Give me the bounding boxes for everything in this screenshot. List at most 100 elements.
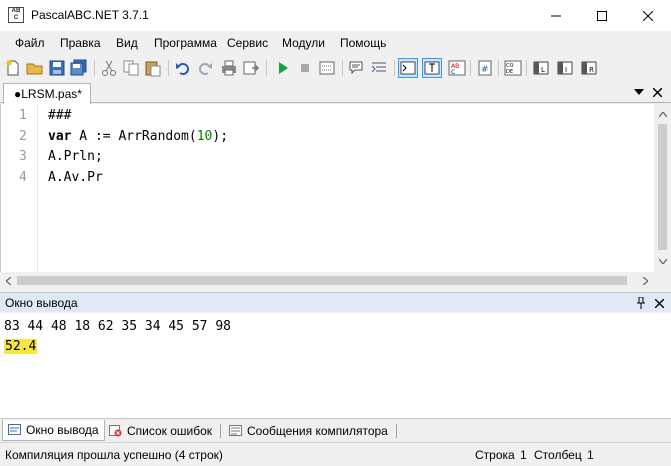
scroll-left-button[interactable]	[0, 272, 17, 289]
format-button[interactable]	[370, 59, 388, 77]
line-number: 3	[19, 149, 27, 164]
paste-button[interactable]	[144, 59, 162, 77]
output-line: 83 44 48 18 62 35 34 45 57 98	[4, 319, 231, 334]
save-all-icon	[70, 59, 87, 76]
line-number: 1	[19, 108, 27, 123]
copy-button[interactable]	[122, 59, 140, 77]
menu-modules[interactable]: Модули	[282, 36, 325, 50]
code-icon: CODE	[504, 60, 522, 76]
chevron-left-icon	[6, 276, 11, 285]
status-col-label: Столбец	[534, 448, 582, 462]
menu-bar: Файл Правка Вид Программа Сервис Модули …	[0, 31, 671, 55]
output-window[interactable]: 83 44 48 18 62 35 34 45 57 98 52.4	[0, 313, 671, 418]
status-row-label: Строка	[475, 448, 515, 462]
toolbar-separator	[470, 60, 471, 76]
chevron-down-icon	[634, 89, 644, 95]
save-all-button[interactable]	[70, 59, 88, 77]
maximize-icon	[597, 10, 607, 21]
tab-label: ●LRSM.pas*	[14, 87, 82, 101]
new-file-button[interactable]	[4, 59, 22, 77]
stop-button[interactable]	[296, 59, 314, 77]
text-icon	[424, 61, 440, 75]
tab-list-button[interactable]	[632, 85, 646, 99]
code-token: A.Prln;	[48, 149, 103, 164]
text-toggle-button[interactable]	[422, 58, 442, 78]
undo-icon	[176, 63, 189, 75]
comment-icon	[349, 61, 363, 75]
code-editor[interactable]: 1 2 3 4 ### var A := ArrRandom(10); A.Pr…	[0, 104, 671, 289]
line-number: 2	[19, 128, 27, 144]
svg-text:R: R	[589, 66, 594, 74]
editor-horizontal-scrollbar[interactable]	[0, 272, 654, 289]
menu-help[interactable]: Помощь	[340, 36, 386, 50]
debug-step-button[interactable]	[318, 59, 336, 77]
split-mid-button[interactable]: I	[556, 59, 574, 77]
svg-text:DE: DE	[506, 69, 513, 75]
code-token-keyword: var	[48, 128, 72, 144]
toolbar-separator	[394, 60, 395, 76]
undo-button[interactable]	[174, 59, 192, 77]
split-left-button[interactable]: L	[532, 59, 550, 77]
comment-button[interactable]	[348, 59, 366, 77]
scroll-up-button[interactable]	[654, 106, 671, 123]
pin-icon	[637, 297, 645, 309]
menu-view[interactable]: Вид	[116, 36, 138, 50]
redo-button[interactable]	[196, 59, 214, 77]
close-tab-button[interactable]	[650, 85, 664, 99]
save-button[interactable]	[48, 59, 66, 77]
cut-button[interactable]	[100, 59, 118, 77]
code-line: var A := ArrRandom(10);	[48, 129, 228, 150]
chevron-right-icon	[643, 276, 648, 285]
code-token: A := ArrRandom(	[71, 128, 197, 144]
status-row-value: 1	[520, 448, 527, 462]
abc-icon: ABC	[448, 60, 466, 76]
pin-panel-button[interactable]	[634, 296, 648, 310]
hash-button[interactable]: #	[476, 59, 494, 77]
compiler-messages-icon	[229, 424, 242, 436]
tab-label: Окно вывода	[26, 423, 99, 437]
menu-program[interactable]: Программа	[154, 36, 217, 50]
run-button[interactable]	[274, 59, 292, 77]
code-line: ###	[48, 108, 228, 129]
status-col-value: 1	[587, 448, 594, 462]
output-panel-title: Окно вывода	[5, 296, 78, 310]
menu-file[interactable]: Файл	[15, 36, 45, 50]
console-toggle-button[interactable]	[398, 58, 418, 78]
open-button[interactable]	[26, 59, 44, 77]
menu-service[interactable]: Сервис	[227, 36, 268, 50]
tab-output-window[interactable]: Окно вывода	[2, 420, 105, 441]
abc-button[interactable]: AB C	[448, 59, 466, 77]
open-folder-icon	[26, 63, 43, 75]
maximize-button[interactable]	[579, 0, 625, 31]
split-right-button[interactable]: R	[580, 59, 598, 77]
paste-icon	[145, 61, 161, 77]
console-icon	[400, 61, 416, 75]
close-window-button[interactable]	[625, 0, 671, 31]
scroll-thumb[interactable]	[658, 124, 667, 250]
tab-lrsm-pas[interactable]: ●LRSM.pas*	[3, 83, 91, 104]
output-line: 52.4	[4, 339, 38, 354]
output-panel-header: Окно вывода	[0, 292, 671, 312]
save-icon	[49, 60, 65, 76]
close-panel-button[interactable]	[652, 296, 666, 310]
tab-compiler-messages[interactable]: Сообщения компилятора	[224, 420, 393, 441]
code-line: A.Av.Pr	[48, 170, 228, 191]
app-icon: AB C	[8, 7, 24, 23]
menu-edit[interactable]: Правка	[60, 36, 101, 50]
scroll-down-button[interactable]	[654, 253, 671, 270]
minimize-button[interactable]	[533, 0, 579, 31]
editor-vertical-scrollbar[interactable]	[654, 104, 671, 272]
tab-error-list[interactable]: Список ошибок	[104, 420, 217, 441]
toolbar-separator	[342, 60, 343, 76]
print-button[interactable]	[220, 59, 238, 77]
split-left-icon: L	[533, 61, 549, 75]
code-lines: ### var A := ArrRandom(10); A.Prln; A.Av…	[48, 108, 228, 190]
scroll-thumb[interactable]	[17, 276, 627, 285]
code-button[interactable]: CO DE	[504, 59, 522, 77]
copy-icon	[123, 60, 139, 76]
tab-separator	[220, 424, 221, 438]
close-icon	[643, 10, 653, 21]
scroll-right-button[interactable]	[637, 272, 654, 289]
stop-icon	[301, 64, 309, 72]
print-preview-button[interactable]	[242, 59, 260, 77]
